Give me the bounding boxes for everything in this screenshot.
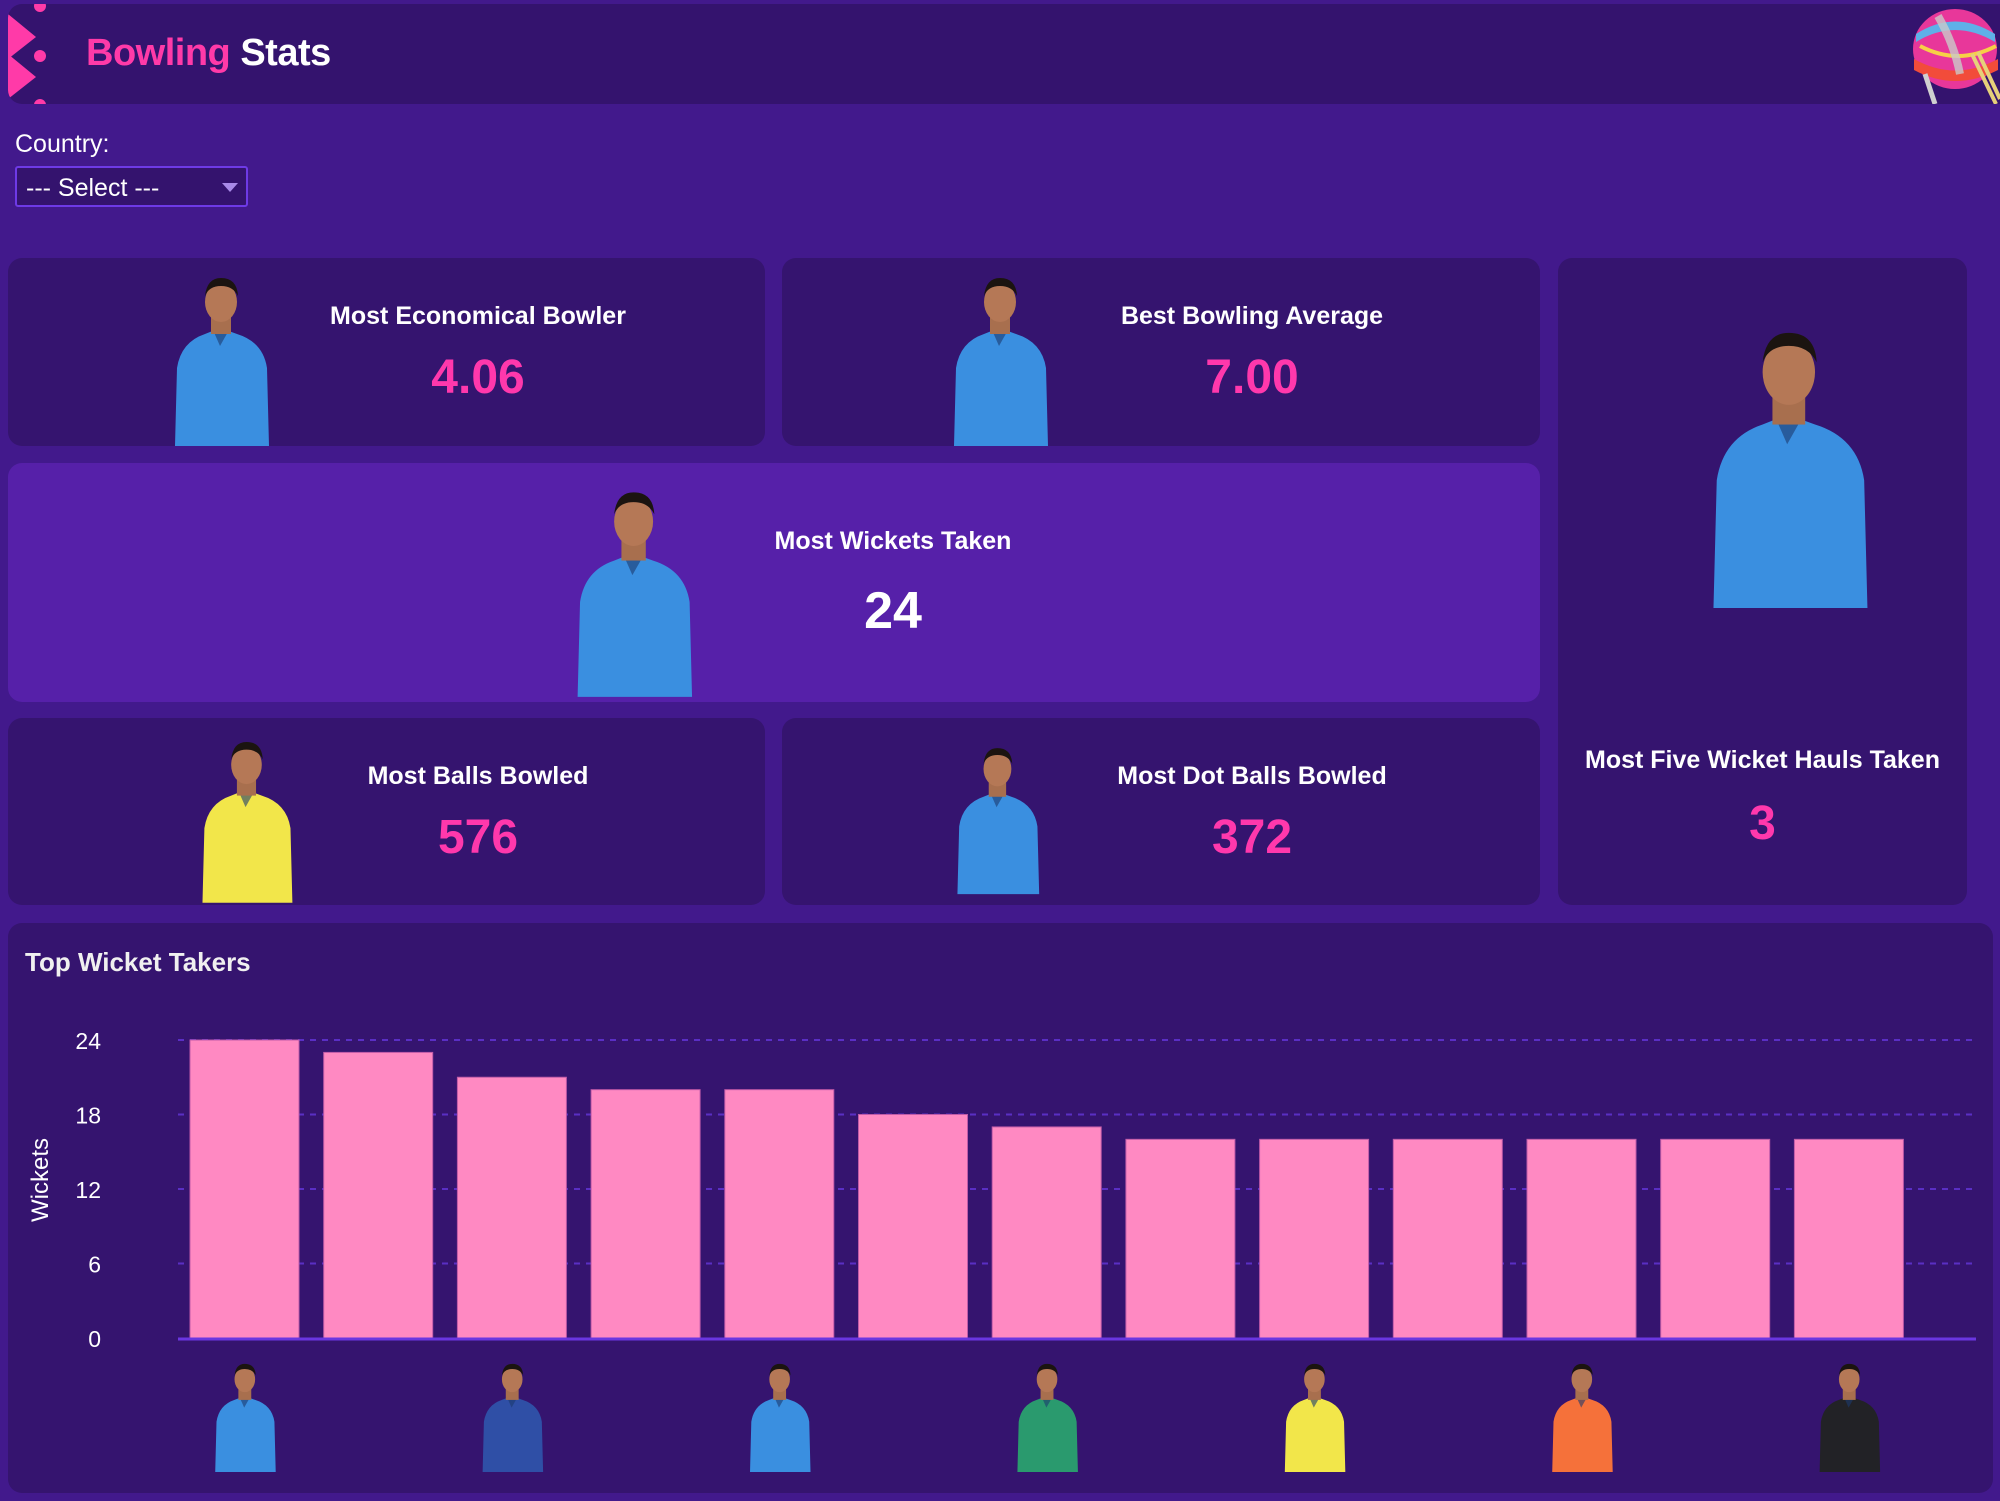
bar[interactable] [1259, 1138, 1370, 1339]
card-five-wicket-hauls: Most Five Wicket Hauls Taken 3 [1558, 258, 1967, 905]
card-value: 4.06 [431, 351, 525, 404]
bar[interactable] [1392, 1138, 1503, 1339]
card-value: 24 [864, 582, 922, 640]
page-title-accent: Bowling [86, 32, 231, 74]
bar[interactable] [1660, 1138, 1771, 1339]
page-title: Bowling Stats [86, 32, 331, 75]
card-most-dot-balls: Most Dot Balls Bowled 372 [782, 718, 1540, 905]
bar[interactable] [991, 1126, 1102, 1339]
chevron-down-icon[interactable] [222, 183, 238, 192]
country-select-dropdown[interactable]: --- Select --- [15, 166, 248, 207]
card-label: Most Economical Bowler [330, 302, 626, 330]
x-tick-player-image [1552, 1363, 1613, 1472]
bar[interactable] [456, 1076, 567, 1339]
player-photo-five-wickets [1713, 332, 1868, 608]
card-value: 576 [437, 811, 519, 864]
y-tick-label: 24 [75, 1028, 101, 1054]
card-label: Most Wickets Taken [774, 527, 1012, 555]
bar[interactable] [189, 1039, 300, 1339]
card-most-balls: Most Balls Bowled 576 [8, 718, 765, 905]
card-most-wickets: Most Wickets Taken 24 [8, 463, 1540, 702]
bar-chart: 0 6 12 18 24 Wickets [27, 1028, 1976, 1472]
card-value: 7.00 [1205, 351, 1299, 404]
card-label: Most Balls Bowled [367, 762, 589, 790]
header-banner: Bowling Stats [8, 4, 2000, 104]
bar[interactable] [323, 1051, 434, 1339]
x-tick-player-image [215, 1363, 276, 1472]
card-label: Best Bowling Average [1120, 302, 1384, 330]
card-value: 372 [1211, 811, 1293, 864]
bar[interactable] [724, 1089, 835, 1339]
y-tick-label: 0 [88, 1326, 101, 1352]
page-title-main: Stats [240, 32, 331, 74]
y-tick-label: 18 [75, 1103, 101, 1129]
x-tick-player-image [750, 1363, 811, 1472]
country-filter-label: Country: [15, 130, 110, 158]
x-tick-player-image [1284, 1363, 1346, 1472]
decorative-pattern-icon [8, 4, 46, 104]
y-tick-label: 6 [88, 1252, 101, 1278]
bar[interactable] [1793, 1138, 1904, 1339]
card-label: Most Five Wicket Hauls Taken [1585, 746, 1940, 774]
card-best-average: Best Bowling Average 7.00 [782, 258, 1540, 446]
y-axis-label: Wickets [27, 1138, 54, 1222]
world-cup-trophy-icon [1913, 9, 2000, 104]
bar[interactable] [858, 1114, 968, 1339]
bar[interactable] [1526, 1138, 1637, 1339]
card-most-economical: Most Economical Bowler 4.06 [8, 258, 765, 446]
country-select-value: --- Select --- [26, 174, 160, 202]
card-label: Most Dot Balls Bowled [1117, 762, 1387, 790]
y-tick-label: 12 [75, 1177, 101, 1203]
bar[interactable] [590, 1089, 701, 1339]
x-tick-player-image [482, 1363, 544, 1472]
x-tick-player-image [1819, 1363, 1881, 1472]
card-value: 3 [1749, 797, 1776, 850]
top-wicket-takers-panel: Top Wicket Takers 0 6 12 18 24 Wickets [8, 923, 1993, 1493]
bar[interactable] [1125, 1138, 1236, 1339]
x-tick-player-image [1017, 1363, 1078, 1472]
